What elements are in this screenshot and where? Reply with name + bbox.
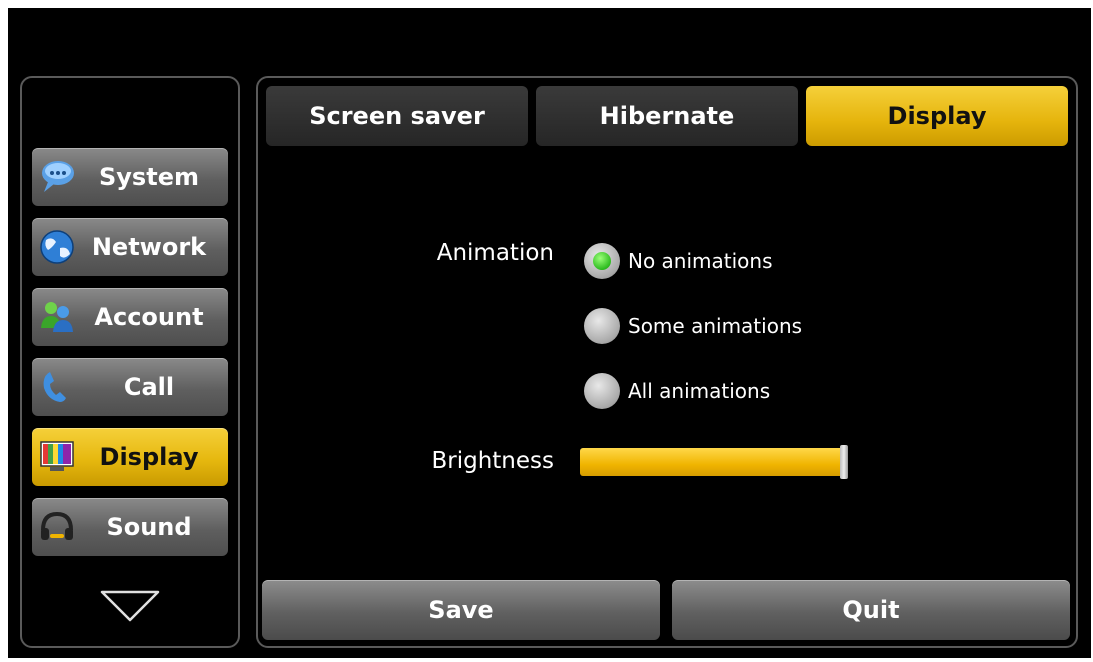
triangle-down-icon[interactable]	[98, 586, 162, 626]
brightness-slider[interactable]	[580, 445, 848, 479]
sidebar-item-label: Sound	[106, 513, 192, 541]
phone-screen: System Network Account Call Display Soun…	[8, 8, 1091, 658]
sidebar-item-call[interactable]: Call	[32, 358, 228, 416]
radio-selected-dot	[593, 252, 611, 270]
sidebar-item-label: System	[99, 163, 199, 191]
tab-label: Screen saver	[309, 102, 485, 130]
brightness-slider-fill	[580, 448, 848, 476]
sidebar-item-label: Display	[99, 443, 199, 471]
animation-label: Animation	[436, 240, 554, 266]
sidebar-item-label: Call	[123, 373, 175, 401]
radio-no-animations[interactable]: No animations	[584, 241, 773, 281]
brightness-slider-thumb[interactable]	[840, 445, 848, 479]
tab-screen-saver[interactable]: Screen saver	[266, 86, 528, 146]
sidebar-item-label: Network	[91, 233, 207, 261]
phone-handset-icon	[43, 372, 66, 402]
radio-button-selected[interactable]	[584, 243, 620, 279]
sidebar-item-display[interactable]: Display	[32, 428, 228, 486]
tab-display[interactable]: Display	[806, 86, 1068, 146]
sidebar-item-system[interactable]: System	[32, 148, 228, 206]
sidebar-item-label: Account	[94, 303, 204, 331]
system-chat-bubble-icon	[42, 161, 74, 192]
radio-label: All animations	[628, 379, 771, 403]
headset-icon	[41, 511, 73, 540]
display-monitor-icon	[40, 441, 74, 471]
save-button[interactable]: Save	[262, 580, 660, 640]
sidebar-item-account[interactable]: Account	[32, 288, 228, 346]
radio-label: No animations	[628, 249, 773, 273]
save-button-label: Save	[428, 596, 494, 624]
radio-some-animations[interactable]: Some animations	[584, 306, 802, 346]
radio-button[interactable]	[584, 373, 620, 409]
quit-button-label: Quit	[842, 596, 900, 624]
globe-icon	[40, 230, 74, 264]
users-icon	[41, 302, 73, 332]
radio-button[interactable]	[584, 308, 620, 344]
sidebar-item-sound[interactable]: Sound	[32, 498, 228, 556]
brightness-label: Brightness	[431, 448, 554, 474]
sidebar-item-network[interactable]: Network	[32, 218, 228, 276]
settings-sidebar: System Network Account Call Display Soun…	[20, 76, 240, 648]
tab-label: Display	[887, 102, 987, 130]
radio-label: Some animations	[628, 314, 803, 338]
tab-hibernate[interactable]: Hibernate	[536, 86, 798, 146]
settings-content-panel: Screen saver Hibernate Display Animation…	[256, 76, 1078, 648]
quit-button[interactable]: Quit	[672, 580, 1070, 640]
tab-label: Hibernate	[599, 102, 735, 130]
radio-all-animations[interactable]: All animations	[584, 371, 770, 411]
